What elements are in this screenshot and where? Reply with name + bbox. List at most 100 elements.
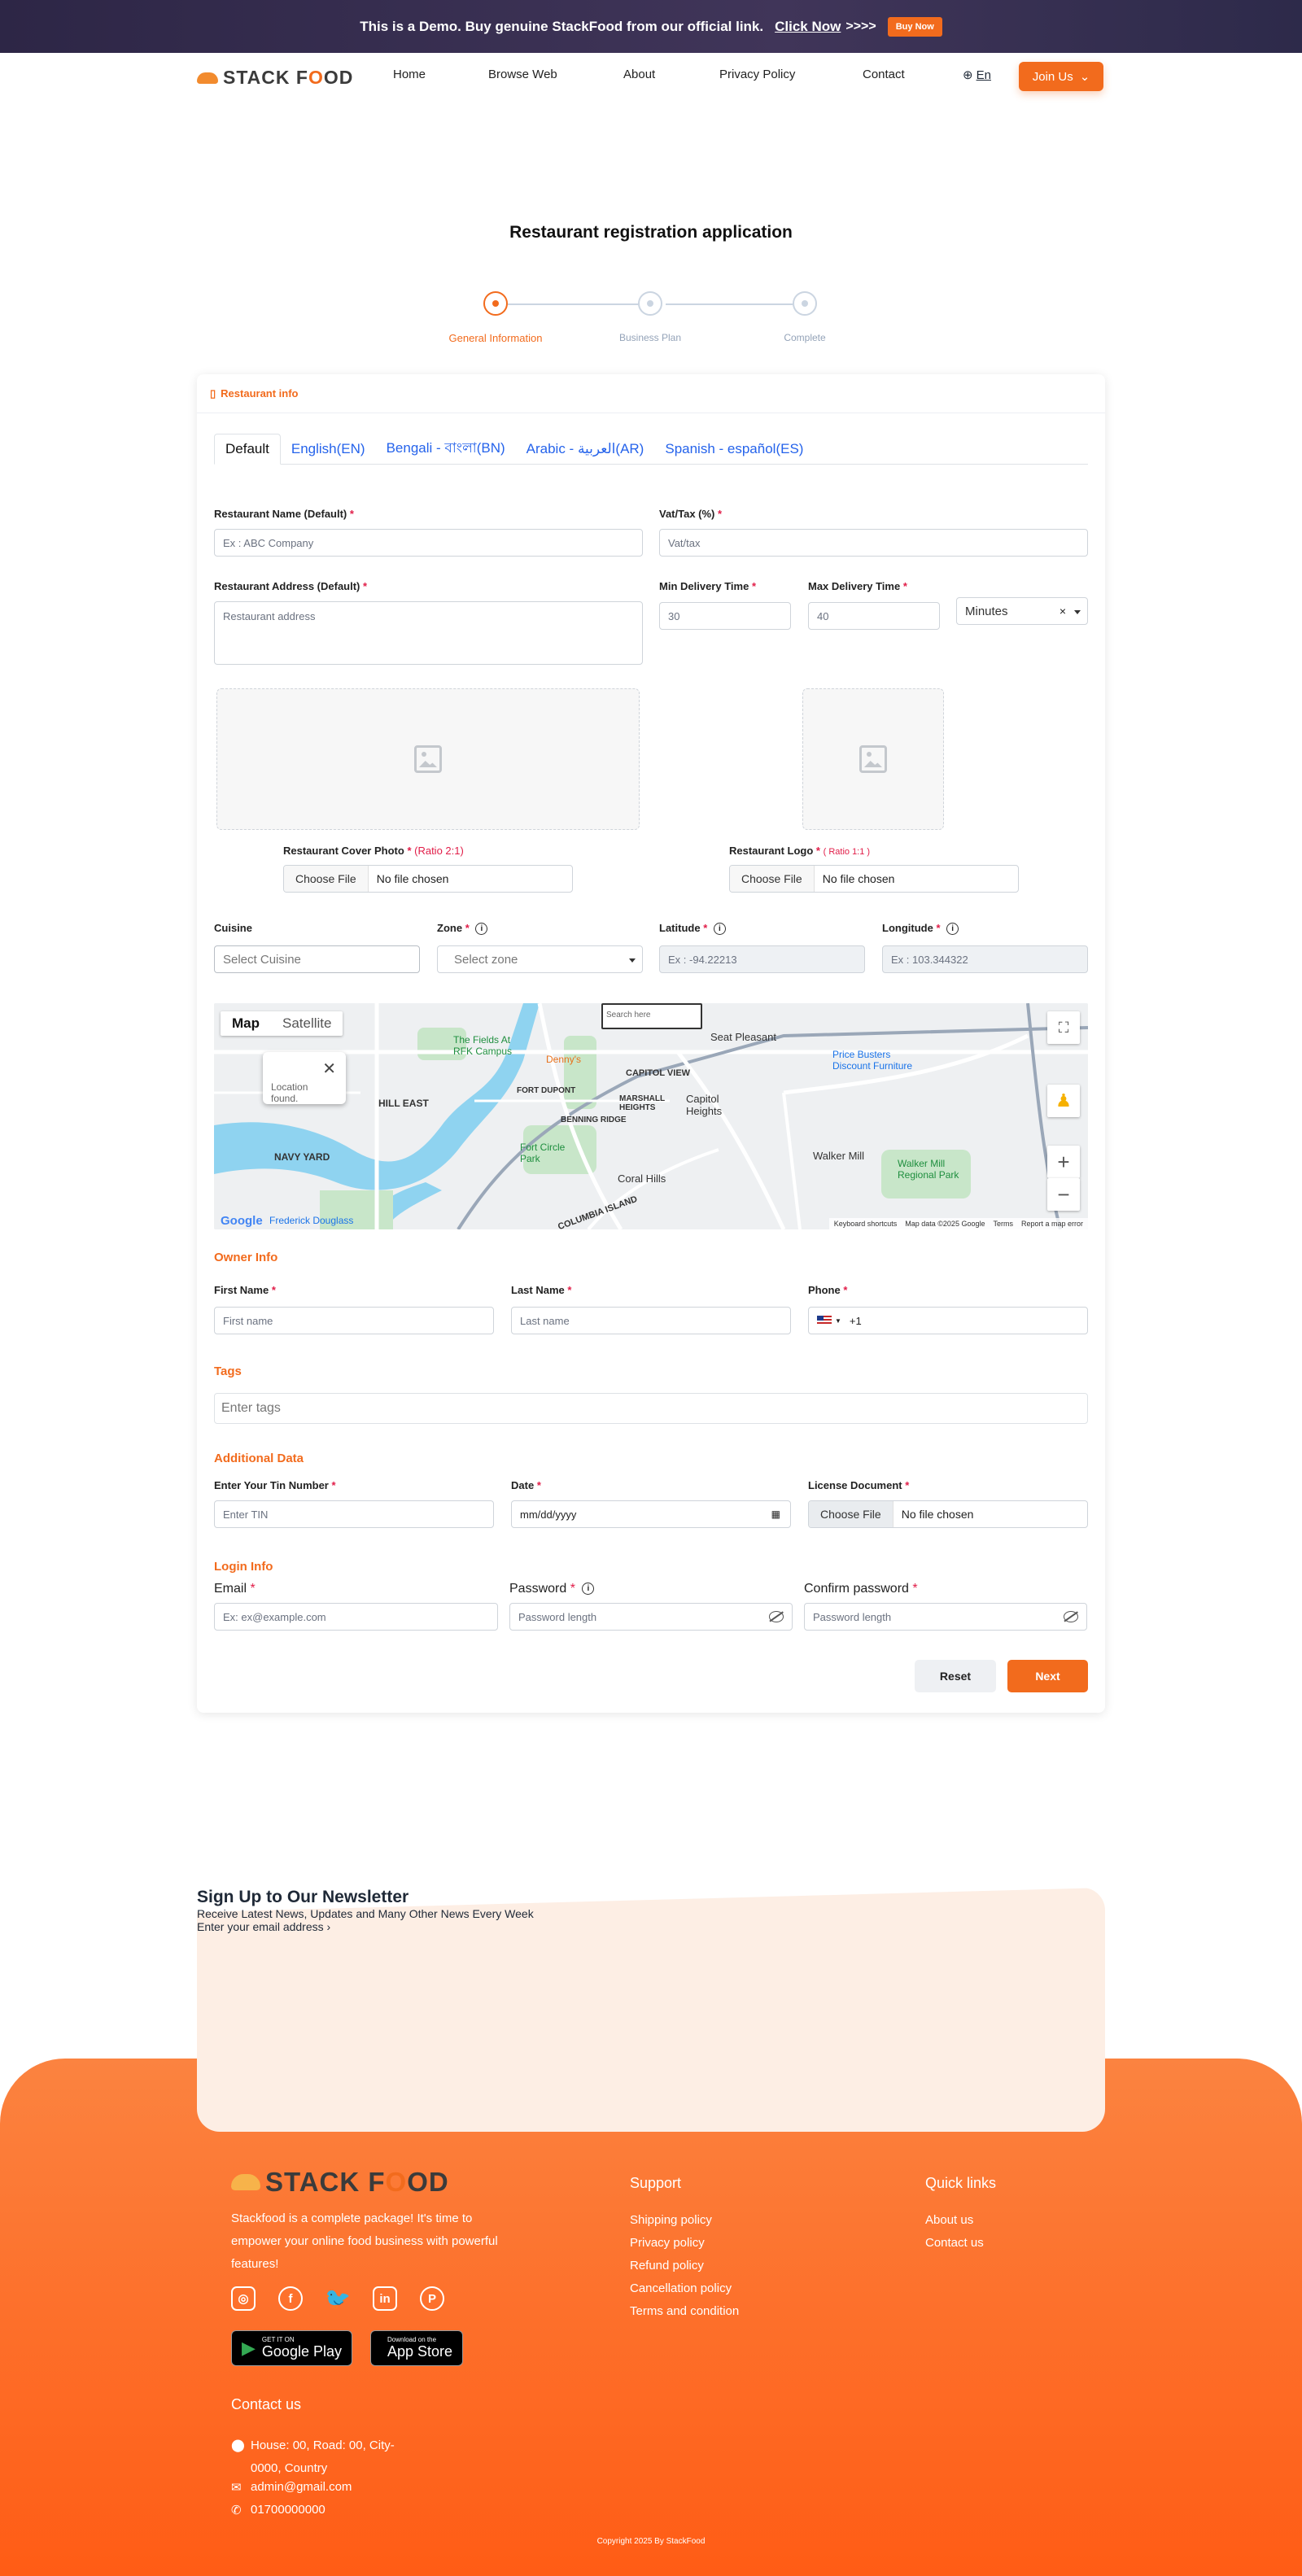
max-delivery-input[interactable]: 40 — [808, 602, 940, 630]
buy-now-button[interactable]: Buy Now — [887, 16, 942, 37]
pinterest-icon[interactable]: P — [420, 2286, 444, 2311]
first-name-input[interactable]: First name — [214, 1307, 494, 1334]
twitter-icon[interactable]: 🐦 — [325, 2286, 351, 2311]
step-complete — [793, 291, 817, 316]
next-button[interactable]: Next — [1007, 1660, 1088, 1692]
nav-home[interactable]: Home — [393, 68, 426, 81]
footer-link-refund[interactable]: Refund policy — [630, 2259, 704, 2273]
footer-logo[interactable]: STACK FOOD — [231, 2167, 449, 2198]
keyboard-shortcuts-link[interactable]: Keyboard shortcuts — [834, 1220, 898, 1228]
map-type-map[interactable]: Map — [221, 1011, 271, 1036]
tab-spanish[interactable]: Spanish - español(ES) — [654, 434, 814, 465]
map-label: Denny's — [546, 1054, 581, 1065]
delivery-unit-select[interactable]: Minutes × — [956, 597, 1088, 625]
restaurant-address-input[interactable]: Restaurant address — [214, 601, 643, 665]
newsletter-placeholder: Enter your email address — [197, 1920, 324, 1933]
nav-privacy-policy[interactable]: Privacy Policy — [719, 68, 795, 81]
reset-button[interactable]: Reset — [915, 1660, 996, 1692]
vat-input[interactable]: Vat/tax — [659, 529, 1088, 557]
banner-message: This is a Demo. Buy genuine StackFood fr… — [360, 18, 764, 34]
popup-text: Location found. — [271, 1081, 308, 1104]
newsletter-email-input[interactable]: Enter your email address › — [197, 1920, 1105, 1933]
click-now-link[interactable]: Click Now — [775, 19, 841, 35]
footer-link-contact[interactable]: Contact us — [925, 2236, 984, 2250]
last-name-label: Last Name * — [511, 1284, 572, 1296]
restaurant-address-label: Restaurant Address (Default) * — [214, 580, 368, 592]
app-store-badge[interactable]: Download on the App Store — [370, 2330, 464, 2366]
tab-arabic[interactable]: Arabic - العربية(AR) — [516, 434, 655, 465]
close-icon[interactable]: ✕ — [322, 1059, 336, 1079]
zoom-out-button[interactable]: − — [1047, 1178, 1080, 1211]
longitude-input[interactable]: Ex : 103.344322 — [882, 945, 1088, 973]
email-input[interactable]: Ex: ex@example.com — [214, 1603, 498, 1631]
confirm-password-input[interactable]: Password length — [804, 1603, 1087, 1631]
location-map[interactable]: Map Satellite Search here ⛶ ♟ + − ✕ Locat… — [214, 1003, 1088, 1229]
logo-text-1: STACK F — [223, 67, 308, 88]
nav-browse-web[interactable]: Browse Web — [488, 68, 557, 81]
report-map-error-link[interactable]: Report a map error — [1021, 1220, 1083, 1228]
license-file-input[interactable]: Choose File No file chosen — [808, 1500, 1088, 1528]
zone-label: Zone * i — [437, 922, 488, 936]
tab-default[interactable]: Default — [214, 434, 281, 465]
footer-link-about[interactable]: About us — [925, 2213, 973, 2227]
map-type-satellite[interactable]: Satellite — [271, 1011, 343, 1036]
restaurant-name-label: Restaurant Name (Default) * — [214, 508, 354, 520]
google-play-badge[interactable]: ▶ GET IT ON Google Play — [231, 2330, 352, 2366]
pegman-icon[interactable]: ♟ — [1047, 1085, 1080, 1117]
footer-link-shipping[interactable]: Shipping policy — [630, 2213, 712, 2227]
info-icon: i — [582, 1583, 595, 1596]
map-label: Capitol Heights — [686, 1093, 723, 1117]
caret-icon — [1074, 610, 1081, 614]
fullscreen-icon[interactable]: ⛶ — [1047, 1011, 1080, 1044]
footer-link-privacy[interactable]: Privacy policy — [630, 2236, 705, 2250]
zoom-in-button[interactable]: + — [1047, 1146, 1080, 1178]
last-name-input[interactable]: Last name — [511, 1307, 791, 1334]
language-selector[interactable]: ⊕ En — [963, 68, 991, 83]
choose-file-button[interactable]: Choose File — [809, 1501, 893, 1527]
nav-contact[interactable]: Contact — [863, 68, 905, 81]
linkedin-icon[interactable]: in — [373, 2286, 397, 2311]
choose-file-button[interactable]: Choose File — [730, 866, 815, 892]
step-label: General Information — [448, 332, 543, 344]
map-label: Walker Mill Regional Park — [898, 1158, 959, 1181]
cover-photo-upload[interactable] — [216, 688, 640, 830]
footer-link-terms[interactable]: Terms and condition — [630, 2304, 739, 2318]
tags-input[interactable]: Enter tags — [214, 1393, 1088, 1424]
tab-bengali[interactable]: Bengali - বাংলা(BN) — [376, 434, 516, 465]
nav-about[interactable]: About — [623, 68, 655, 81]
join-us-button[interactable]: Join Us ⌄ — [1019, 62, 1103, 91]
footer-link-cancellation[interactable]: Cancellation policy — [630, 2281, 732, 2295]
map-label: Price Busters Discount Furniture — [832, 1049, 913, 1072]
instagram-icon[interactable]: ◎ — [231, 2286, 256, 2311]
terms-link[interactable]: Terms — [993, 1220, 1013, 1228]
restaurant-name-input[interactable]: Ex : ABC Company — [214, 529, 643, 557]
eye-off-icon[interactable] — [769, 1611, 784, 1622]
location-popup: ✕ Location found. — [263, 1052, 346, 1104]
cover-photo-file-input[interactable]: Choose File No file chosen — [283, 865, 573, 893]
subscribe-arrow-icon[interactable]: › — [327, 1920, 331, 1933]
latitude-input[interactable]: Ex : -94.22213 — [659, 945, 865, 973]
zone-select[interactable]: Select zone — [437, 945, 643, 973]
phone-input[interactable]: ▼ +1 — [808, 1307, 1088, 1334]
cuisine-select[interactable]: Select Cuisine — [214, 945, 420, 973]
logo-upload[interactable] — [802, 688, 944, 830]
contact-phone[interactable]: ✆ 01700000000 — [231, 2503, 326, 2517]
us-flag-icon[interactable] — [817, 1316, 832, 1325]
logo-text-o: O — [308, 67, 324, 88]
tab-english[interactable]: English(EN) — [281, 434, 376, 465]
login-info-heading: Login Info — [214, 1560, 273, 1574]
choose-file-button[interactable]: Choose File — [284, 866, 369, 892]
contact-email[interactable]: ✉ admin@gmail.com — [231, 2480, 352, 2495]
map-label: MARSHALL HEIGHTS — [619, 1094, 665, 1112]
map-search-input[interactable]: Search here — [601, 1003, 702, 1029]
facebook-icon[interactable]: f — [278, 2286, 303, 2311]
password-input[interactable]: Password length — [509, 1603, 793, 1631]
tin-input[interactable]: Enter TIN — [214, 1500, 494, 1528]
calendar-icon[interactable]: ▦ — [771, 1508, 780, 1520]
logo-file-input[interactable]: Choose File No file chosen — [729, 865, 1019, 893]
site-logo[interactable]: STACK FOOD — [197, 67, 353, 89]
clear-icon[interactable]: × — [1060, 605, 1066, 618]
min-delivery-input[interactable]: 30 — [659, 602, 791, 630]
date-input[interactable]: mm/dd/yyyy ▦ — [511, 1500, 791, 1528]
eye-off-icon[interactable] — [1064, 1611, 1078, 1622]
